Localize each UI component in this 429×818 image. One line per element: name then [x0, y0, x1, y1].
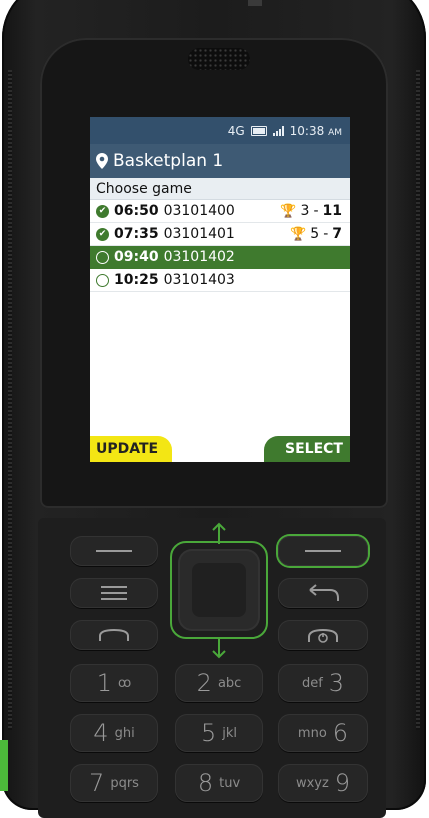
dpad-center-button[interactable] — [192, 563, 246, 617]
game-row[interactable]: ✔ 07:35 03101401 🏆 5 - 7 — [90, 223, 350, 246]
key-letters: tuv — [219, 775, 241, 791]
key-9[interactable]: wxyz 9 — [278, 764, 368, 802]
phone-call-icon — [99, 628, 129, 641]
game-code: 03101401 — [163, 226, 235, 242]
radio-circle-icon — [96, 273, 109, 287]
location-pin-icon — [96, 153, 108, 169]
game-time: 10:25 — [114, 272, 159, 288]
key-letters: pqrs — [110, 775, 139, 791]
key-letters: wxyz — [295, 775, 329, 791]
game-time: 06:50 — [114, 203, 159, 219]
key-4[interactable]: 4 ghi — [70, 714, 158, 752]
score-home: 5 — [310, 226, 320, 242]
back-button[interactable] — [278, 578, 368, 608]
down-arrow-icon — [212, 637, 226, 659]
game-time: 07:35 — [114, 226, 159, 242]
trophy-icon: 🏆 — [290, 226, 307, 242]
game-row-selected[interactable]: 09:40 03101402 — [90, 246, 350, 269]
key-digit: 8 — [197, 769, 214, 797]
key-8[interactable]: 8 tuv — [175, 764, 263, 802]
key-6[interactable]: mno 6 — [278, 714, 368, 752]
key-letters: abc — [217, 675, 242, 691]
key-digit: 9 — [334, 769, 351, 797]
radio-circle-icon — [96, 250, 109, 264]
clock-time: 10:38 — [289, 123, 325, 138]
score-away: 11 — [322, 203, 342, 219]
side-grip-left — [8, 70, 12, 730]
network-indicator: 4G — [227, 123, 245, 138]
game-score: 🏆 5 - 7 — [290, 226, 342, 242]
phone-screen: 4G 10:38 AM Basketplan 1 Choose game ✔ 0… — [90, 117, 350, 462]
top-button — [248, 0, 262, 6]
score-home: 3 — [300, 203, 310, 219]
key-digit: 7 — [89, 769, 105, 797]
key-digit: 1 — [96, 669, 113, 697]
key-letters: mno — [297, 725, 327, 741]
key-letters: ghi — [114, 725, 135, 741]
game-time: 09:40 — [114, 249, 159, 265]
select-softkey[interactable]: SELECT — [264, 436, 350, 462]
key-digit: 6 — [332, 719, 349, 747]
game-row[interactable]: 10:25 03101403 — [90, 269, 350, 292]
clock-ampm: AM — [328, 127, 342, 138]
clock: 10:38 AM — [290, 124, 342, 138]
game-code: 03101403 — [163, 272, 235, 288]
status-bar: 4G 10:38 AM — [90, 117, 350, 144]
game-row[interactable]: ✔ 06:50 03101400 🏆 3 - 11 — [90, 200, 350, 223]
key-letters: def — [301, 675, 323, 691]
score-separator: - — [323, 226, 329, 242]
trophy-icon: 🏆 — [280, 203, 297, 219]
key-5[interactable]: 5 jkl — [175, 714, 263, 752]
signal-icon — [272, 125, 284, 136]
earpiece-speaker — [188, 48, 250, 70]
voicemail-icon: ꝏ — [118, 675, 132, 691]
checkmark-icon: ✔ — [96, 204, 109, 218]
menu-button[interactable] — [70, 578, 158, 608]
side-grip-right — [416, 70, 420, 730]
dash-icon — [96, 550, 132, 552]
side-green-tab — [0, 740, 8, 791]
power-icon — [308, 628, 338, 643]
app-header: Basketplan 1 — [90, 144, 350, 178]
key-digit: 3 — [328, 669, 345, 697]
call-button[interactable] — [70, 620, 158, 650]
softkey-bar: UPDATE SELECT — [90, 432, 350, 462]
right-softkey-button[interactable] — [278, 536, 368, 566]
game-code: 03101400 — [163, 203, 235, 219]
list-heading: Choose game — [90, 178, 350, 200]
back-arrow-icon — [309, 584, 339, 601]
power-end-button[interactable] — [278, 620, 368, 650]
page-title: Basketplan 1 — [113, 151, 224, 171]
left-softkey-button[interactable] — [70, 536, 158, 566]
key-3[interactable]: def 3 — [278, 664, 368, 702]
game-code: 03101402 — [163, 249, 235, 265]
menu-icon — [101, 586, 127, 600]
key-letters: jkl — [222, 725, 238, 741]
up-arrow-icon — [212, 522, 226, 544]
key-2[interactable]: 2 abc — [175, 664, 263, 702]
game-score: 🏆 3 - 11 — [280, 203, 342, 219]
key-7[interactable]: 7 pqrs — [70, 764, 158, 802]
update-softkey[interactable]: UPDATE — [90, 436, 172, 462]
key-digit: 5 — [200, 719, 217, 747]
key-digit: 4 — [93, 719, 109, 747]
score-separator: - — [313, 203, 319, 219]
checkmark-icon: ✔ — [96, 227, 109, 241]
key-1[interactable]: 1 ꝏ — [70, 664, 158, 702]
dash-icon — [305, 550, 341, 552]
battery-icon — [250, 125, 267, 136]
score-away: 7 — [332, 226, 342, 242]
key-digit: 2 — [196, 669, 212, 697]
